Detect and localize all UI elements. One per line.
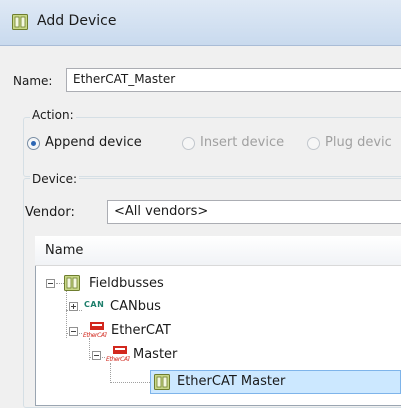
collapse-icon[interactable] — [92, 351, 101, 360]
insert-device-radio[interactable] — [182, 137, 195, 150]
append-device-label[interactable]: Append device — [45, 135, 142, 150]
collapse-icon[interactable] — [69, 327, 78, 336]
device-icon — [11, 13, 29, 31]
vendor-select[interactable]: <All vendors> — [107, 200, 401, 224]
tree-item-label[interactable]: Master — [133, 347, 177, 362]
can-icon: CAN — [84, 300, 105, 309]
collapse-icon[interactable] — [46, 279, 55, 288]
tree-item-label[interactable]: EtherCAT Master — [177, 374, 285, 389]
name-input[interactable]: EtherCAT_Master — [66, 68, 401, 92]
tree-connector — [110, 382, 150, 383]
append-device-radio[interactable] — [27, 137, 40, 150]
device-group-label: Device: — [30, 172, 80, 186]
device-icon — [153, 373, 171, 391]
name-column-label: Name — [45, 243, 84, 258]
expand-icon[interactable] — [69, 302, 78, 311]
name-label: Name: — [13, 74, 53, 88]
ethercat-icon-text: EtherCAT — [106, 356, 130, 363]
action-group-label: Action: — [30, 108, 76, 122]
tree-item-label[interactable]: EtherCAT — [111, 323, 171, 338]
vendor-label: Vendor: — [25, 205, 75, 220]
device-icon — [63, 274, 81, 292]
tree-item-label[interactable]: CANbus — [110, 299, 161, 314]
ethercat-icon-text: EtherCAT — [83, 332, 107, 339]
tree-column-header[interactable] — [35, 236, 401, 266]
window-title: Add Device — [37, 13, 117, 29]
tree-item-label[interactable]: Fieldbusses — [89, 276, 164, 291]
plug-device-radio[interactable] — [307, 137, 320, 150]
plug-device-label[interactable]: Plug devic — [325, 135, 392, 150]
insert-device-label[interactable]: Insert device — [200, 135, 284, 150]
